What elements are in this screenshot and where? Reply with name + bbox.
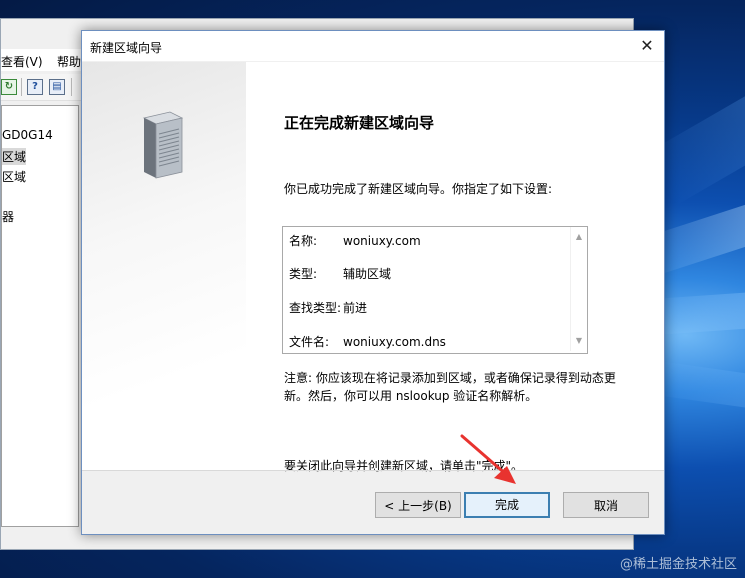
summary-scrollbar[interactable]: ▲ ▼	[570, 227, 587, 351]
summary-value: 前进	[343, 301, 368, 315]
wizard-intro-text: 你已成功完成了新建区域向导。你指定了如下设置:	[284, 182, 553, 196]
note-line-1: 注意: 你应该现在将记录添加到区域，或者确保记录得到动态更	[284, 371, 616, 385]
summary-row-name: 名称: woniuxy.com	[289, 232, 421, 249]
properties-icon[interactable]: ▤	[49, 79, 65, 95]
console-tree: GD0G14 区域 区域 器	[1, 105, 79, 527]
menu-help[interactable]: 帮助	[57, 53, 81, 70]
note-line-2: 新。然后，你可以用 nslookup 验证名称解析。	[284, 389, 538, 403]
footer-divider	[82, 470, 664, 471]
dialog-title: 新建区域向导	[90, 41, 163, 55]
summary-row-type: 类型: 辅助区域	[289, 265, 391, 282]
close-icon[interactable]: ✕	[630, 31, 664, 61]
help-icon[interactable]: ?	[27, 79, 43, 95]
tree-item-other[interactable]: 器	[2, 208, 14, 225]
tree-item-server[interactable]: GD0G14	[2, 128, 53, 142]
toolbar-separator	[71, 78, 72, 96]
wizard-body: 正在完成新建区域向导 你已成功完成了新建区域向导。你指定了如下设置: 名称: wo…	[82, 62, 664, 473]
summary-row-lookup-type: 查找类型: 前进	[289, 299, 367, 316]
menu-view[interactable]: 查看(V)	[1, 53, 43, 70]
server-icon	[142, 111, 184, 179]
tree-item-zone[interactable]: 区域	[2, 168, 26, 185]
settings-summary-box[interactable]: 名称: woniuxy.com 类型: 辅助区域 查找类型: 前进 文件名: woniu…	[282, 226, 588, 354]
summary-label: 文件名:	[289, 335, 330, 349]
wizard-side-panel	[82, 62, 246, 470]
new-zone-wizard-dialog: 新建区域向导 ✕ 正在完成新建区域向导 你已成功完成了新建区域向导。你指定了如下…	[81, 30, 665, 535]
back-button[interactable]: < 上一步(B)	[375, 492, 461, 518]
cancel-button[interactable]: 取消	[563, 492, 649, 518]
wizard-note: 注意: 你应该现在将记录添加到区域，或者确保记录得到动态更 新。然后，你可以用 …	[284, 369, 644, 405]
tree-item-zone-selected[interactable]: 区域	[2, 148, 27, 165]
summary-value: woniuxy.com	[343, 234, 421, 248]
finish-instruction: 要关闭此向导并创建新区域，请单击"完成"。	[284, 459, 524, 473]
summary-value: woniuxy.com.dns	[343, 335, 446, 349]
summary-label: 查找类型:	[289, 301, 342, 315]
watermark: @稀土掘金技术社区	[619, 557, 737, 572]
summary-label: 名称:	[289, 234, 318, 248]
summary-row-filename: 文件名: woniuxy.com.dns	[289, 333, 446, 350]
toolbar-separator	[21, 78, 22, 96]
finish-button[interactable]: 完成	[464, 492, 550, 518]
scroll-down-icon[interactable]: ▼	[571, 333, 587, 349]
dialog-titlebar: 新建区域向导 ✕	[82, 31, 664, 61]
refresh-icon[interactable]: ↻	[1, 79, 17, 95]
summary-label: 类型:	[289, 267, 318, 281]
summary-value: 辅助区域	[343, 267, 392, 281]
scroll-up-icon[interactable]: ▲	[571, 229, 587, 245]
wizard-heading: 正在完成新建区域向导	[284, 114, 435, 132]
